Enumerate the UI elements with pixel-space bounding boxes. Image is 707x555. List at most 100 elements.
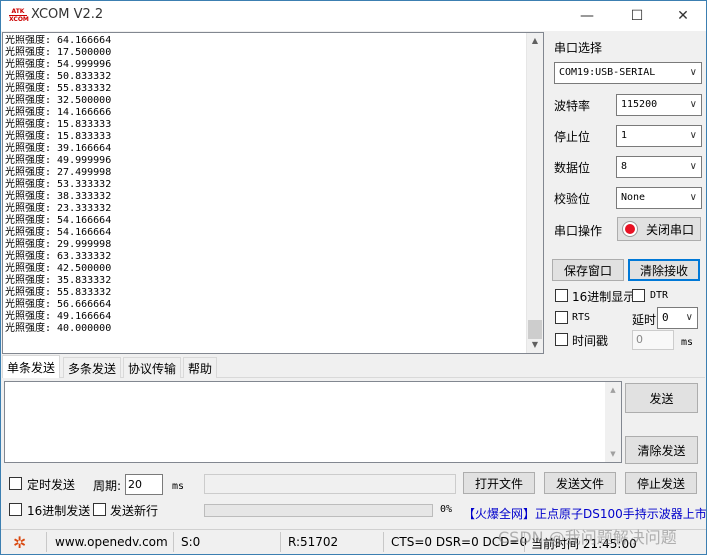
rts-checkbox[interactable] bbox=[555, 311, 568, 324]
promo-link[interactable]: 【火爆全网】正点原子DS100手持示波器上市 bbox=[463, 505, 707, 522]
receive-line: 光照强度: 54.999996 bbox=[5, 59, 112, 70]
receive-line: 光照强度: 63.333332 bbox=[5, 251, 112, 262]
hex-send-label: 16进制发送 bbox=[27, 504, 91, 518]
send-scrollbar[interactable]: ▲ ▼ bbox=[605, 382, 621, 462]
hex-display-label: 16进制显示 bbox=[572, 290, 636, 304]
databits-value: 8 bbox=[621, 161, 628, 172]
receive-line: 光照强度: 15.833333 bbox=[5, 131, 112, 142]
receive-scrollbar[interactable]: ▲ ▼ bbox=[526, 33, 543, 353]
scroll-down-icon[interactable]: ▼ bbox=[605, 446, 621, 462]
receive-line: 光照强度: 49.166664 bbox=[5, 311, 112, 322]
databits-select[interactable]: 8 ∨ bbox=[616, 156, 702, 178]
received-count: R:51702 bbox=[288, 535, 339, 549]
baud-select[interactable]: 115200 ∨ bbox=[616, 94, 702, 116]
receive-line: 光照强度: 55.833332 bbox=[5, 83, 112, 94]
rts-label: RTS bbox=[572, 312, 591, 323]
close-icon: ✕ bbox=[677, 8, 689, 24]
send-newline-label: 发送新行 bbox=[110, 504, 159, 518]
file-path-field[interactable] bbox=[204, 474, 456, 494]
minimize-button[interactable]: — bbox=[564, 2, 610, 30]
port-select[interactable]: COM19:USB-SERIAL ∨ bbox=[554, 62, 702, 84]
dtr-checkbox[interactable] bbox=[632, 289, 645, 302]
timeout-select[interactable]: 0 ∨ bbox=[657, 307, 698, 329]
period-input[interactable]: 20 bbox=[125, 474, 163, 495]
receive-line: 光照强度: 27.499998 bbox=[5, 167, 112, 178]
port-select-label: 串口选择 bbox=[554, 41, 603, 55]
port-select-value: COM19:USB-SERIAL bbox=[559, 67, 656, 78]
window-title: XCOM V2.2 bbox=[31, 7, 104, 22]
status-separator bbox=[173, 532, 174, 552]
send-file-button[interactable]: 发送文件 bbox=[544, 472, 616, 494]
timed-send-checkbox[interactable] bbox=[9, 477, 22, 490]
tab-multi-send[interactable]: 多条发送 bbox=[63, 357, 122, 378]
chevron-down-icon: ∨ bbox=[689, 99, 697, 110]
port-op-label: 串口操作 bbox=[554, 224, 603, 238]
maximize-button[interactable]: ☐ bbox=[614, 2, 660, 30]
minimize-icon: — bbox=[580, 8, 594, 24]
status-separator bbox=[46, 532, 47, 552]
hex-send-checkbox[interactable] bbox=[9, 503, 22, 516]
send-progress-bar bbox=[204, 504, 433, 517]
chevron-down-icon: ∨ bbox=[689, 192, 697, 203]
stop-send-button[interactable]: 停止发送 bbox=[625, 472, 697, 494]
watermark: CSDN @我问题解决问题 bbox=[498, 528, 677, 547]
timeout-value: 0 bbox=[662, 311, 669, 324]
period-ms-label: ms bbox=[172, 481, 185, 492]
parity-select[interactable]: None ∨ bbox=[616, 187, 702, 209]
website-link[interactable]: www.openedv.com bbox=[55, 535, 168, 549]
parity-value: None bbox=[621, 192, 646, 203]
stopbits-label: 停止位 bbox=[554, 130, 591, 144]
receive-line: 光照强度: 15.833333 bbox=[5, 119, 112, 130]
receive-line: 光照强度: 40.000000 bbox=[5, 323, 112, 334]
maximize-icon: ☐ bbox=[630, 8, 644, 24]
timeout-label: 延时 bbox=[632, 313, 657, 327]
receive-line: 光照强度: 17.500000 bbox=[5, 47, 112, 58]
port-status-icon bbox=[622, 221, 638, 237]
databits-label: 数据位 bbox=[554, 161, 591, 175]
stopbits-select[interactable]: 1 ∨ bbox=[616, 125, 702, 147]
receive-line: 光照强度: 14.166666 bbox=[5, 107, 112, 118]
chevron-down-icon: ∨ bbox=[689, 130, 697, 141]
progress-percent: 0% bbox=[440, 504, 453, 515]
send-newline-checkbox[interactable] bbox=[93, 503, 106, 516]
receive-line: 光照强度: 54.166664 bbox=[5, 215, 112, 226]
receive-line: 光照强度: 53.333332 bbox=[5, 179, 112, 190]
scroll-down-icon[interactable]: ▼ bbox=[527, 337, 543, 353]
receive-line: 光照强度: 29.999998 bbox=[5, 239, 112, 250]
close-button[interactable]: ✕ bbox=[660, 2, 706, 30]
receive-textarea[interactable]: 光照强度: 64.166664 光照强度: 17.500000 光照强度: 54.9… bbox=[2, 32, 544, 354]
parity-label: 校验位 bbox=[554, 192, 591, 206]
gear-icon[interactable]: ✲ bbox=[13, 533, 26, 552]
receive-text: 光照强度: 64.166664 光照强度: 17.500000 光照强度: 54.9… bbox=[5, 35, 527, 351]
promo-bracket: 【火爆全网】 bbox=[463, 507, 536, 521]
app-logo: ATK XCOM bbox=[9, 8, 29, 23]
tab-help[interactable]: 帮助 bbox=[183, 357, 218, 378]
timestamp-checkbox[interactable] bbox=[555, 333, 568, 346]
tab-protocol[interactable]: 协议传输 bbox=[123, 357, 182, 378]
tab-single-send[interactable]: 单条发送 bbox=[2, 355, 61, 378]
close-port-button[interactable]: 关闭串口 bbox=[617, 217, 701, 241]
timed-send-label: 定时发送 bbox=[27, 478, 76, 492]
timestamp-ms-label: ms bbox=[681, 337, 694, 348]
clear-receive-button[interactable]: 清除接收 bbox=[628, 259, 700, 281]
receive-line: 光照强度: 38.333332 bbox=[5, 191, 112, 202]
send-button[interactable]: 发送 bbox=[625, 383, 698, 413]
timestamp-interval-field[interactable]: 0 bbox=[632, 330, 674, 350]
chevron-down-icon: ∨ bbox=[689, 161, 697, 172]
save-window-button[interactable]: 保存窗口 bbox=[552, 259, 624, 281]
clear-send-button[interactable]: 清除发送 bbox=[625, 436, 698, 464]
close-port-label: 关闭串口 bbox=[646, 222, 695, 237]
receive-line: 光照强度: 54.166664 bbox=[5, 227, 112, 238]
sent-count: S:0 bbox=[181, 535, 201, 549]
receive-line: 光照强度: 49.999996 bbox=[5, 155, 112, 166]
scroll-up-icon[interactable]: ▲ bbox=[527, 33, 543, 49]
receive-line: 光照强度: 35.833332 bbox=[5, 275, 112, 286]
hex-display-checkbox[interactable] bbox=[555, 289, 568, 302]
receive-line: 光照强度: 23.333332 bbox=[5, 203, 112, 214]
period-label: 周期: bbox=[93, 479, 122, 493]
open-file-button[interactable]: 打开文件 bbox=[463, 472, 535, 494]
promo-text: 正点原子DS100手持示波器上市 bbox=[535, 507, 707, 521]
title-bar: ATK XCOM XCOM V2.2 — ☐ ✕ bbox=[1, 1, 706, 31]
scroll-up-icon[interactable]: ▲ bbox=[605, 382, 621, 398]
send-textarea[interactable]: ▲ ▼ bbox=[4, 381, 622, 463]
